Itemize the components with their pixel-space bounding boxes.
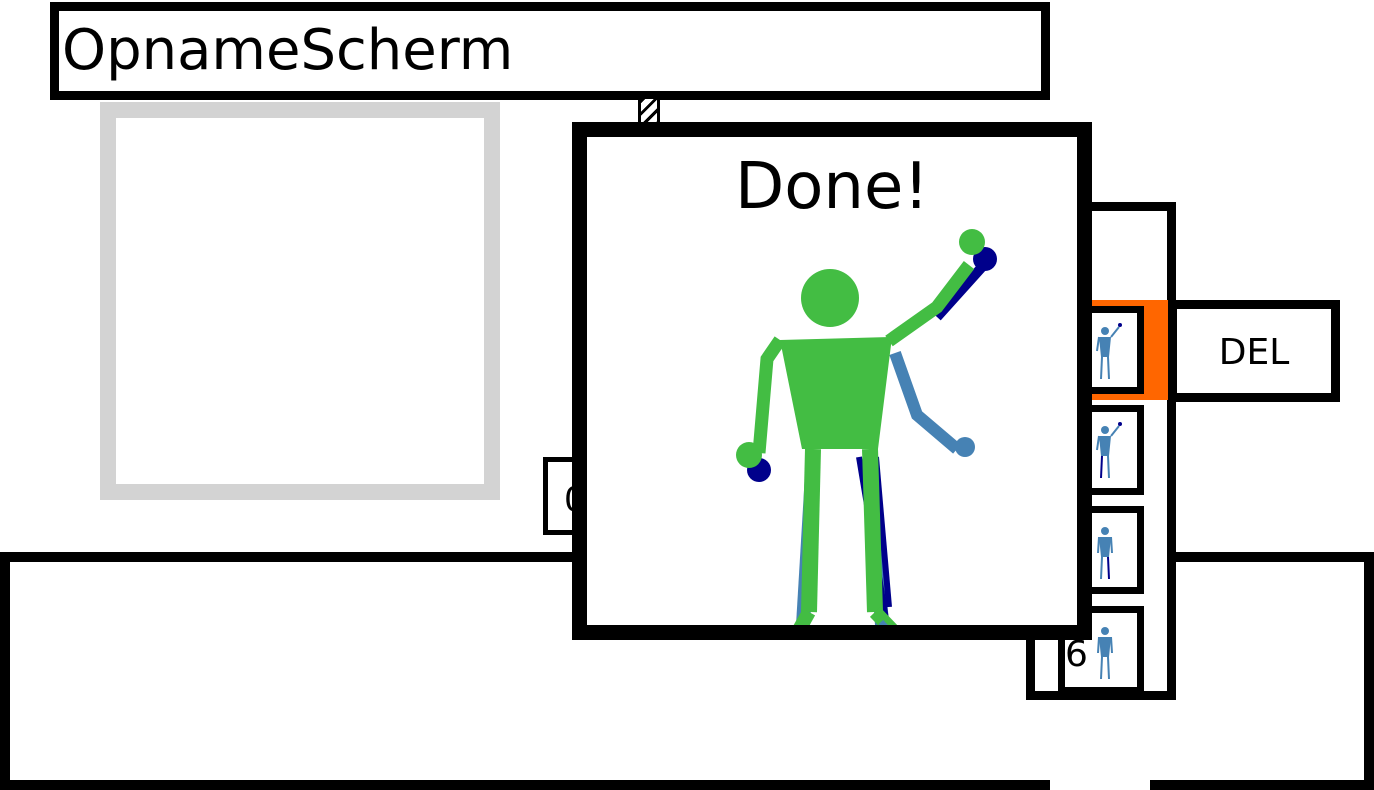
stick-figure-icon: [1097, 527, 1113, 580]
stick-figure-icon: [1097, 627, 1113, 680]
delete-button[interactable]: DEL: [1168, 300, 1340, 402]
camera-preview: [100, 102, 500, 500]
panel-gap: [1050, 778, 1150, 790]
target-pose: [736, 229, 985, 625]
stick-figure-icon: [1096, 323, 1122, 380]
done-dialog[interactable]: Done!: [572, 122, 1092, 640]
recording-number: 6: [1065, 634, 1088, 675]
stick-figure-icon: [1096, 422, 1122, 479]
delete-button-label: DEL: [1218, 332, 1290, 373]
pose-comparison-figure: [736, 229, 997, 625]
title-bar: OpnameScherm: [50, 2, 1050, 100]
window-title: OpnameScherm: [62, 18, 514, 83]
